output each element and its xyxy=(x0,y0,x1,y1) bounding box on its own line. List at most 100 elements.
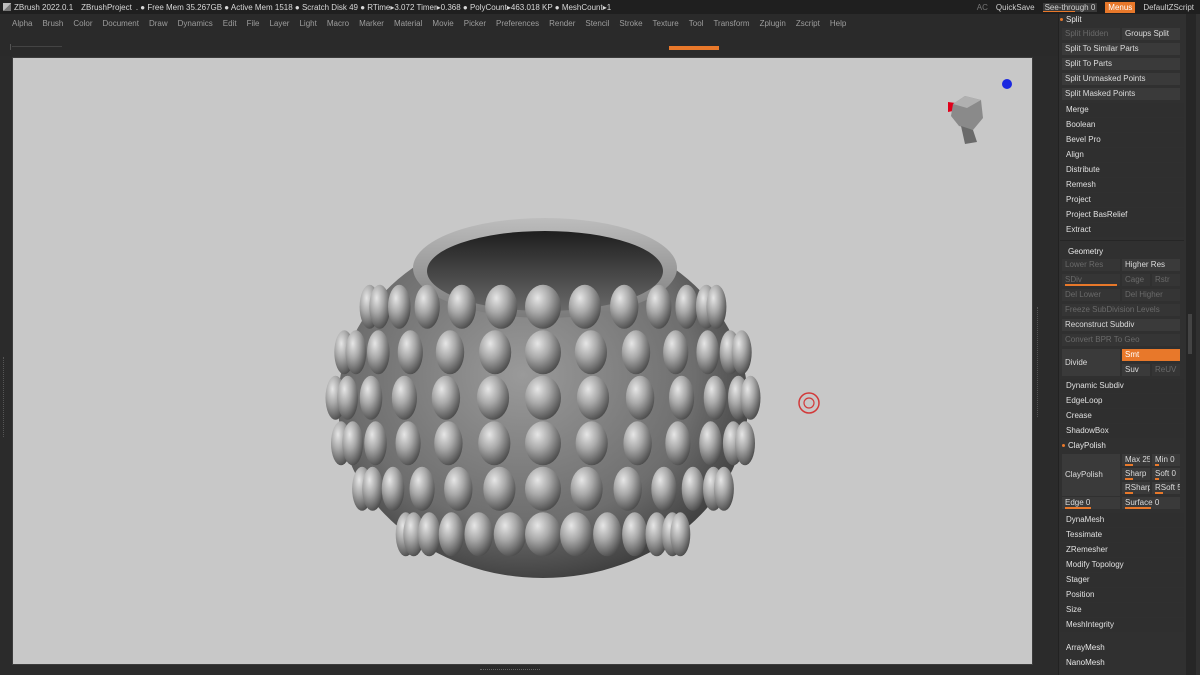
menu-layer[interactable]: Layer xyxy=(269,19,289,28)
menu-picker[interactable]: Picker xyxy=(464,19,486,28)
menu-document[interactable]: Document xyxy=(103,19,139,28)
split-to-similar-parts-button[interactable]: Split To Similar Parts xyxy=(1062,43,1180,55)
project-basrelief-subpalette[interactable]: Project BasRelief xyxy=(1060,208,1184,222)
menu-preferences[interactable]: Preferences xyxy=(496,19,539,28)
menu-material[interactable]: Material xyxy=(394,19,422,28)
ac-label[interactable]: AC xyxy=(977,3,988,12)
cage-button[interactable]: Cage xyxy=(1122,274,1150,286)
claypolish-subpalette-header[interactable]: ClayPolish xyxy=(1062,441,1106,450)
menu-zplugin[interactable]: Zplugin xyxy=(760,19,786,28)
menu-movie[interactable]: Movie xyxy=(432,19,453,28)
position-subpalette[interactable]: Position xyxy=(1060,588,1184,602)
menu-macro[interactable]: Macro xyxy=(327,19,349,28)
modify-topology-subpalette[interactable]: Modify Topology xyxy=(1060,558,1184,572)
menu-render[interactable]: Render xyxy=(549,19,575,28)
nanomesh-subpalette[interactable]: NanoMesh xyxy=(1066,658,1105,667)
rsoft-slider[interactable]: RSoft 5 xyxy=(1152,482,1180,494)
surface-droplet xyxy=(483,466,516,511)
menu-light[interactable]: Light xyxy=(299,19,316,28)
menu-edit[interactable]: Edit xyxy=(223,19,237,28)
menu-stencil[interactable]: Stencil xyxy=(585,19,609,28)
boolean-subpalette[interactable]: Boolean xyxy=(1060,118,1184,132)
split-subpalette-header[interactable]: Split xyxy=(1060,15,1082,24)
seethrough-slider[interactable]: See-through 0 xyxy=(1042,2,1098,12)
left-tray[interactable] xyxy=(0,57,11,664)
freeze-subdivision-button[interactable]: Freeze SubDivision Levels xyxy=(1062,304,1180,316)
reuv-toggle[interactable]: ReUV xyxy=(1152,364,1180,376)
rsharp-slider[interactable]: RSharp xyxy=(1122,482,1150,494)
claypolish-button[interactable]: ClayPolish xyxy=(1062,454,1120,496)
default-zscript-button[interactable]: DefaultZScript xyxy=(1143,3,1194,12)
surface-droplet xyxy=(359,375,383,420)
lower-res-button[interactable]: Lower Res xyxy=(1062,259,1120,271)
shadowbox-subpalette[interactable]: ShadowBox xyxy=(1060,424,1184,438)
menu-color[interactable]: Color xyxy=(73,19,92,28)
size-subpalette[interactable]: Size xyxy=(1060,603,1184,617)
suv-toggle[interactable]: Suv xyxy=(1122,364,1150,376)
menu-zscript[interactable]: Zscript xyxy=(796,19,820,28)
crease-subpalette[interactable]: Crease xyxy=(1060,409,1184,423)
rstr-button[interactable]: Rstr xyxy=(1152,274,1180,286)
sdiv-slider[interactable]: SDiv xyxy=(1062,274,1120,286)
merge-subpalette[interactable]: Merge xyxy=(1060,103,1184,117)
menu-draw[interactable]: Draw xyxy=(149,19,168,28)
bottom-tray[interactable] xyxy=(0,664,1058,675)
sharp-slider[interactable]: Sharp xyxy=(1122,468,1150,480)
geometry-subpalette-header[interactable]: Geometry xyxy=(1068,247,1103,256)
soft-slider[interactable]: Soft 0 xyxy=(1152,468,1180,480)
max-slider[interactable]: Max 25 xyxy=(1122,454,1150,466)
split-unmasked-points-button[interactable]: Split Unmasked Points xyxy=(1062,73,1180,85)
divide-button[interactable]: Divide xyxy=(1062,349,1120,376)
right-tray[interactable] xyxy=(1033,57,1057,664)
zremesher-subpalette[interactable]: ZRemesher xyxy=(1060,543,1184,557)
menu-transform[interactable]: Transform xyxy=(713,19,749,28)
head-navigation-icon[interactable] xyxy=(951,96,983,144)
edgeloop-subpalette[interactable]: EdgeLoop xyxy=(1060,394,1184,408)
quicksave-button[interactable]: QuickSave xyxy=(996,3,1035,12)
convert-bpr-button[interactable]: Convert BPR To Geo xyxy=(1062,334,1180,346)
palette-scrollbar[interactable] xyxy=(1186,14,1196,675)
bevel-pro-subpalette[interactable]: Bevel Pro xyxy=(1060,133,1184,147)
surface-droplet xyxy=(417,512,441,557)
surface-droplet xyxy=(613,466,642,511)
surface-droplet xyxy=(576,375,610,420)
stager-subpalette[interactable]: Stager xyxy=(1060,573,1184,587)
menu-marker[interactable]: Marker xyxy=(359,19,384,28)
meshintegrity-subpalette[interactable]: MeshIntegrity xyxy=(1060,618,1184,632)
menu-tool[interactable]: Tool xyxy=(689,19,704,28)
split-hidden-button[interactable]: Split Hidden xyxy=(1062,28,1120,40)
menu-texture[interactable]: Texture xyxy=(653,19,679,28)
split-to-parts-button[interactable]: Split To Parts xyxy=(1062,58,1180,70)
menu-stroke[interactable]: Stroke xyxy=(619,19,642,28)
menu-dynamics[interactable]: Dynamics xyxy=(178,19,213,28)
dynamesh-subpalette[interactable]: DynaMesh xyxy=(1060,513,1184,527)
groups-split-button[interactable]: Groups Split xyxy=(1122,28,1180,40)
split-masked-points-button[interactable]: Split Masked Points xyxy=(1062,88,1180,100)
menu-alpha[interactable]: Alpha xyxy=(12,19,32,28)
menu-help[interactable]: Help xyxy=(830,19,846,28)
surface-slider[interactable]: Surface 0 xyxy=(1122,497,1180,509)
arraymesh-subpalette[interactable]: ArrayMesh xyxy=(1066,643,1105,652)
edge-slider[interactable]: Edge 0 xyxy=(1062,497,1120,509)
extract-subpalette[interactable]: Extract xyxy=(1060,223,1184,237)
project-subpalette[interactable]: Project xyxy=(1060,193,1184,207)
dynamic-subdiv-subpalette[interactable]: Dynamic Subdiv xyxy=(1060,379,1184,393)
menu-file[interactable]: File xyxy=(247,19,260,28)
tessimate-subpalette[interactable]: Tessimate xyxy=(1060,528,1184,542)
menus-toggle[interactable]: Menus xyxy=(1105,1,1136,13)
smt-toggle[interactable]: Smt xyxy=(1122,349,1180,361)
del-lower-button[interactable]: Del Lower xyxy=(1062,289,1120,301)
surface-droplet xyxy=(381,466,405,511)
viewport[interactable] xyxy=(13,58,1032,664)
del-higher-button[interactable]: Del Higher xyxy=(1122,289,1180,301)
surface-droplet xyxy=(447,284,476,329)
min-slider[interactable]: Min 0 xyxy=(1152,454,1180,466)
menu-brush[interactable]: Brush xyxy=(42,19,63,28)
align-subpalette[interactable]: Align xyxy=(1060,148,1184,162)
reconstruct-subdiv-button[interactable]: Reconstruct Subdiv xyxy=(1062,319,1180,331)
document-canvas[interactable] xyxy=(12,57,1033,665)
higher-res-button[interactable]: Higher Res xyxy=(1122,259,1180,271)
distribute-subpalette[interactable]: Distribute xyxy=(1060,163,1184,177)
remesh-subpalette[interactable]: Remesh xyxy=(1060,178,1184,192)
surface-droplet xyxy=(367,330,390,375)
